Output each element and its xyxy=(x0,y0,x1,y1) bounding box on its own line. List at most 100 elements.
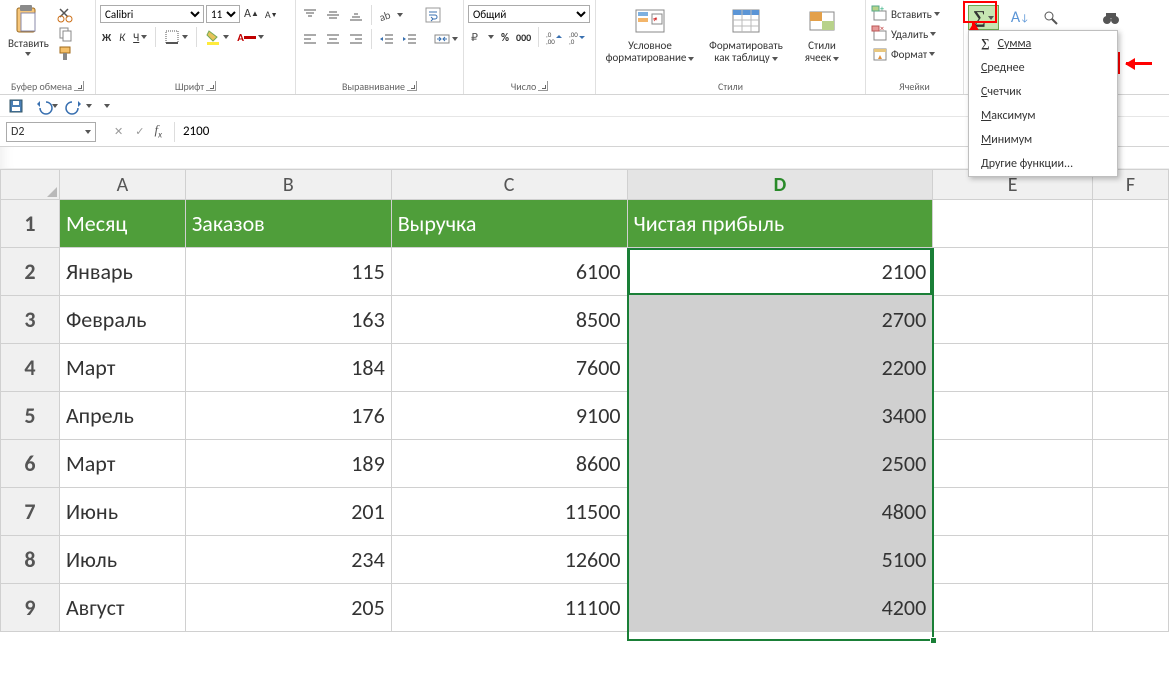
cell-C1[interactable]: Выручка xyxy=(391,200,627,248)
row-header-5[interactable]: 5 xyxy=(1,392,60,440)
binoculars-button[interactable] xyxy=(1101,9,1121,27)
wrap-text-button[interactable] xyxy=(423,6,443,24)
cell-E5[interactable] xyxy=(933,392,1093,440)
cell-C5[interactable]: 9100 xyxy=(391,392,627,440)
borders-button[interactable] xyxy=(162,28,190,46)
col-header-A[interactable]: A xyxy=(59,170,185,200)
row-header-9[interactable]: 9 xyxy=(1,584,60,632)
cell-A3[interactable]: Февраль xyxy=(59,296,185,344)
percent-format-button[interactable]: % xyxy=(499,30,511,45)
cell-F4[interactable] xyxy=(1093,344,1169,392)
col-header-D[interactable]: D xyxy=(627,170,933,200)
cell-F5[interactable] xyxy=(1093,392,1169,440)
cell-D3[interactable]: 2700 xyxy=(627,296,933,344)
font-dialog-launcher[interactable] xyxy=(206,81,216,91)
cell-B9[interactable]: 205 xyxy=(185,584,391,632)
cell-D4[interactable]: 2200 xyxy=(627,344,933,392)
copy-button[interactable] xyxy=(56,25,76,43)
align-right-button[interactable] xyxy=(346,30,366,48)
qat-undo-button[interactable] xyxy=(32,97,60,115)
cell-E3[interactable] xyxy=(933,296,1093,344)
font-size-combo[interactable]: 11 xyxy=(206,5,240,23)
cell-A2[interactable]: Январь xyxy=(59,248,185,296)
cell-E9[interactable] xyxy=(933,584,1093,632)
cell-C2[interactable]: 6100 xyxy=(391,248,627,296)
decrease-decimal-button[interactable]: ,00,0 xyxy=(567,28,587,46)
cell-A6[interactable]: Март xyxy=(59,440,185,488)
sort-filter-button[interactable]: A↓ xyxy=(1009,7,1031,28)
cell-A8[interactable]: Июль xyxy=(59,536,185,584)
cell-A1[interactable]: Месяц xyxy=(59,200,185,248)
name-box[interactable]: D2 xyxy=(6,122,96,142)
fill-handle[interactable] xyxy=(930,637,937,644)
cell-C9[interactable]: 11100 xyxy=(391,584,627,632)
autosum-button[interactable]: ∑ xyxy=(968,5,999,30)
comma-format-button[interactable]: 000 xyxy=(514,30,533,45)
cell-C4[interactable]: 7600 xyxy=(391,344,627,392)
decrease-indent-button[interactable] xyxy=(377,30,397,48)
cell-B5[interactable]: 176 xyxy=(185,392,391,440)
cell-D7[interactable]: 4800 xyxy=(627,488,933,536)
cell-B4[interactable]: 184 xyxy=(185,344,391,392)
cell-D1[interactable]: Чистая прибыль xyxy=(627,200,933,248)
align-middle-button[interactable] xyxy=(323,6,343,24)
cut-button[interactable] xyxy=(56,6,76,24)
font-color-button[interactable]: A xyxy=(235,30,266,45)
format-cells-button[interactable]: Формат xyxy=(870,45,937,63)
cell-A9[interactable]: Август xyxy=(59,584,185,632)
fx-icon[interactable]: fx xyxy=(154,122,162,141)
row-header-2[interactable]: 2 xyxy=(1,248,60,296)
cell-F3[interactable] xyxy=(1093,296,1169,344)
find-select-button[interactable] xyxy=(1041,9,1061,27)
cell-B8[interactable]: 234 xyxy=(185,536,391,584)
cell-C7[interactable]: 11500 xyxy=(391,488,627,536)
cell-E8[interactable] xyxy=(933,536,1093,584)
select-all-corner[interactable] xyxy=(1,170,60,200)
row-header-3[interactable]: 3 xyxy=(1,296,60,344)
autosum-avg-item[interactable]: Среднее xyxy=(969,56,1117,80)
cell-B7[interactable]: 201 xyxy=(185,488,391,536)
cell-D8[interactable]: 5100 xyxy=(627,536,933,584)
increase-font-button[interactable]: A▲ xyxy=(242,6,261,22)
clipboard-dialog-launcher[interactable] xyxy=(74,81,84,91)
cell-B1[interactable]: Заказов xyxy=(185,200,391,248)
font-name-combo[interactable]: Calibri xyxy=(100,5,204,23)
qat-customize-button[interactable] xyxy=(100,103,112,109)
formula-cancel-button[interactable]: ✕ xyxy=(112,124,125,139)
cell-D2[interactable]: 2100 xyxy=(627,248,933,296)
autosum-count-item[interactable]: Счетчик xyxy=(969,80,1117,104)
cell-D9[interactable]: 4200 xyxy=(627,584,933,632)
cell-E4[interactable] xyxy=(933,344,1093,392)
bold-button[interactable]: Ж xyxy=(100,30,113,45)
decrease-font-button[interactable]: A▼ xyxy=(263,7,280,22)
cell-C8[interactable]: 12600 xyxy=(391,536,627,584)
cell-F2[interactable] xyxy=(1093,248,1169,296)
number-format-combo[interactable]: Общий xyxy=(468,5,590,23)
cell-styles-button[interactable]: Стили ячеек xyxy=(792,4,852,66)
cell-B6[interactable]: 189 xyxy=(185,440,391,488)
cell-A4[interactable]: Март xyxy=(59,344,185,392)
number-dialog-launcher[interactable] xyxy=(538,81,548,91)
conditional-formatting-button[interactable]: ≠ Условное форматирование xyxy=(600,4,700,66)
format-painter-button[interactable] xyxy=(56,44,76,62)
autosum-min-item[interactable]: Минимум xyxy=(969,128,1117,152)
accounting-format-button[interactable]: ₽ xyxy=(468,28,496,46)
align-top-button[interactable] xyxy=(300,6,320,24)
row-header-8[interactable]: 8 xyxy=(1,536,60,584)
fill-color-button[interactable] xyxy=(203,28,231,46)
cell-C6[interactable]: 8600 xyxy=(391,440,627,488)
qat-redo-button[interactable] xyxy=(66,97,94,115)
cell-B3[interactable]: 163 xyxy=(185,296,391,344)
alignment-dialog-launcher[interactable] xyxy=(407,81,417,91)
cell-F6[interactable] xyxy=(1093,440,1169,488)
cell-F8[interactable] xyxy=(1093,536,1169,584)
row-header-4[interactable]: 4 xyxy=(1,344,60,392)
cell-E7[interactable] xyxy=(933,488,1093,536)
autosum-max-item[interactable]: Максимум xyxy=(969,104,1117,128)
formula-enter-button[interactable]: ✓ xyxy=(133,124,146,139)
format-as-table-button[interactable]: Форматировать как таблицу xyxy=(700,4,792,66)
worksheet-grid[interactable]: A B C D E F 1 Месяц Заказов Выручка Чист… xyxy=(0,169,1169,632)
align-center-button[interactable] xyxy=(323,30,343,48)
qat-save-button[interactable] xyxy=(6,97,26,115)
row-header-1[interactable]: 1 xyxy=(1,200,60,248)
